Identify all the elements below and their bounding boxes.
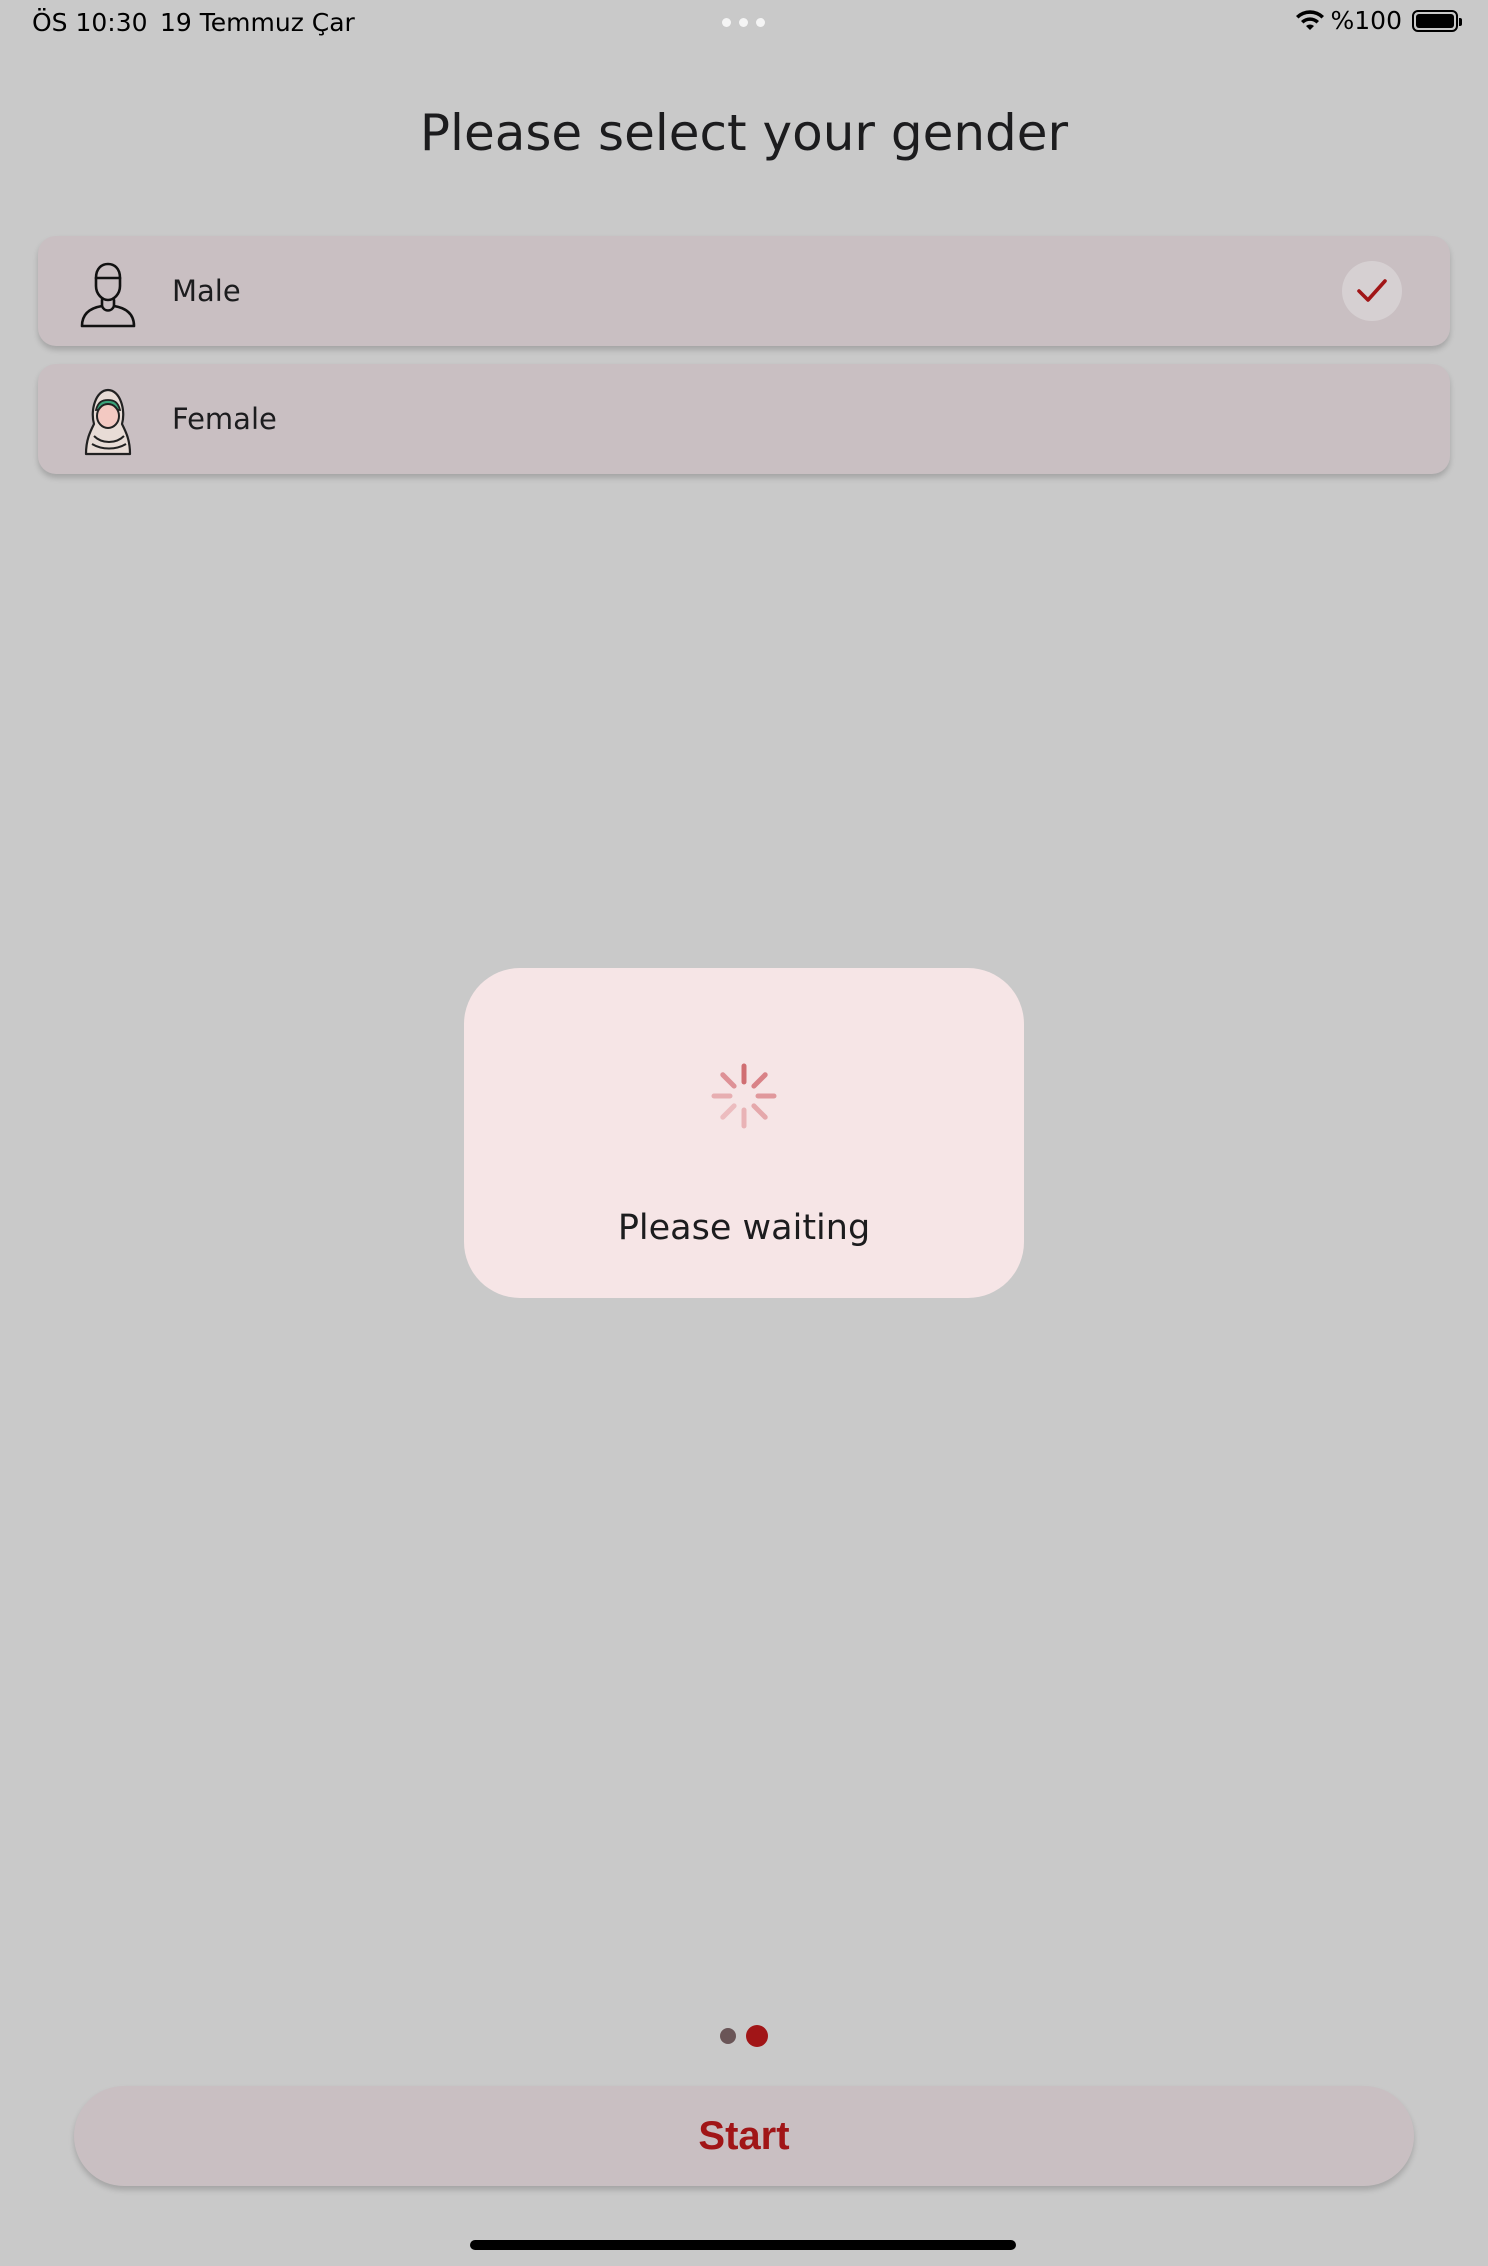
loading-spinner-icon (711, 1063, 777, 1129)
female-avatar-icon (84, 388, 132, 456)
gender-option-male[interactable]: Male (38, 236, 1450, 346)
dialog-message: Please waiting (617, 1208, 871, 1248)
multitask-dot (756, 18, 765, 27)
page-title: Please select your gender (419, 104, 1069, 162)
start-button[interactable]: Start (74, 2086, 1414, 2186)
gender-option-female[interactable]: Female (38, 364, 1450, 474)
multitask-dot (739, 18, 748, 27)
status-right-group: %100 (1295, 6, 1462, 35)
multitasking-menu[interactable] (722, 18, 765, 27)
multitask-dot (722, 18, 731, 27)
page-indicator (720, 2025, 768, 2047)
loading-dialog: Please waiting (464, 968, 1024, 1298)
wifi-icon (1295, 9, 1324, 30)
battery-icon (1412, 9, 1462, 32)
home-indicator[interactable] (470, 2240, 1016, 2250)
selected-check-badge (1342, 261, 1402, 321)
gender-option-label: Male (172, 274, 241, 308)
page-dot-active[interactable] (746, 2025, 768, 2047)
status-date: 19 Temmuz Çar (160, 8, 355, 37)
status-time: ÖS 10:30 (32, 8, 148, 37)
page-dot[interactable] (720, 2028, 736, 2044)
battery-percent: %100 (1330, 6, 1402, 35)
checkmark-icon (1357, 279, 1387, 302)
status-bar: ÖS 10:30 19 Temmuz Çar %100 (0, 0, 1488, 48)
gender-option-label: Female (172, 402, 277, 436)
male-avatar-icon (80, 262, 136, 328)
